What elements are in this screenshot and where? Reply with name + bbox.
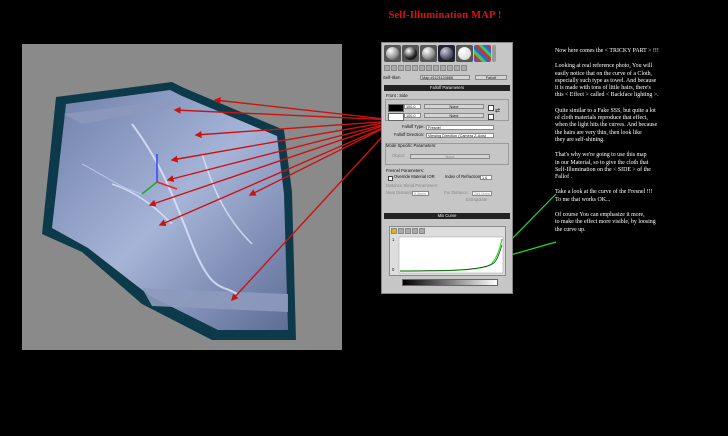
map-slot-label: Self-Illum [383, 75, 401, 80]
material-editor-panel: Self-Illum Map #1121124666 Falloff Fallo… [381, 42, 513, 294]
unique-icon[interactable] [419, 65, 425, 71]
ior-field[interactable]: 1.6 [480, 175, 492, 180]
side-map-checkbox[interactable] [488, 114, 494, 120]
sample-slot[interactable] [420, 45, 437, 62]
front-map-checkbox[interactable] [488, 105, 494, 111]
override-ior-label: Override Material IOR [394, 174, 435, 179]
sample-slot[interactable] [402, 45, 419, 62]
reset-map-icon[interactable] [405, 65, 411, 71]
sample-slot[interactable] [384, 45, 401, 62]
material-id-icon[interactable] [433, 65, 439, 71]
copy-material-icon[interactable] [412, 65, 418, 71]
near-distance-label: Near Distance: [386, 190, 414, 195]
falloff-direction-label: Falloff Direction: [394, 132, 425, 137]
show-end-result-icon[interactable] [447, 65, 453, 71]
note-paragraph: Now here comes the < TRICKY PART > !!! [555, 48, 659, 54]
map-name-field[interactable]: Map #1121124666 [420, 75, 470, 80]
falloff-curve [398, 236, 504, 274]
page-title: Self-Illumination MAP ! [388, 10, 502, 21]
front-amount-field[interactable]: 100.0 [404, 104, 421, 109]
side-amount-field[interactable]: 100.0 [404, 113, 421, 118]
falloff-type-select[interactable]: Fresnel [426, 125, 494, 130]
swap-colors-icon[interactable]: ⇄ [495, 107, 500, 114]
note-paragraph: That's why we're going to use this map i… [555, 152, 651, 181]
editor-toolbar-top [384, 65, 510, 72]
note-paragraph: Quite similar to a Fake SSS, but quite a… [555, 107, 658, 143]
note-paragraph: Of course You can emphasize it more, to … [555, 212, 656, 233]
sample-slot[interactable] [474, 45, 491, 62]
rollout-falloff-parameters[interactable]: Falloff Parameters [384, 85, 510, 91]
go-sibling-icon[interactable] [461, 65, 467, 71]
mode-specific-label: Mode Specific Parameters: [386, 143, 437, 148]
note-paragraph: Looking at real reference photo, You wil… [555, 63, 659, 99]
rollout-mix-curve[interactable]: Mix Curve [384, 213, 510, 219]
front-map-button[interactable]: None [424, 104, 484, 109]
override-ior-checkbox[interactable] [388, 176, 393, 181]
render-viewport [22, 44, 342, 350]
mix-curve-graph[interactable]: 1 0 [389, 226, 506, 276]
output-gradient-bar [402, 279, 498, 286]
sample-slot[interactable] [456, 45, 473, 62]
map-type-button[interactable]: Falloff [475, 75, 507, 80]
go-parent-icon[interactable] [454, 65, 460, 71]
sample-slot-scrollbar[interactable] [492, 45, 496, 62]
note-paragraph: Take a look at the curve of the Fresnel … [555, 189, 653, 203]
library-icon[interactable] [426, 65, 432, 71]
object-pick-button[interactable]: None [410, 154, 490, 159]
towel-render [42, 82, 296, 340]
ior-label: Index of Refraction [445, 174, 481, 179]
distance-blend-label: Distance Blend Parameters: [386, 183, 439, 188]
sample-slots [384, 45, 510, 63]
put-material-icon[interactable] [391, 65, 397, 71]
far-distance-label: Far Distance: [444, 190, 469, 195]
front-color-swatch[interactable] [388, 104, 404, 112]
falloff-type-label: Falloff Type: [402, 124, 425, 129]
near-distance-field[interactable]: 0.0mm [412, 191, 429, 196]
far-distance-field[interactable]: 254.0mm [472, 191, 492, 196]
sample-slot[interactable] [438, 45, 455, 62]
show-map-icon[interactable] [440, 65, 446, 71]
falloff-direction-select[interactable]: Viewing Direction (Camera Z-Axis) [426, 133, 494, 138]
get-material-icon[interactable] [384, 65, 390, 71]
assign-material-icon[interactable] [398, 65, 404, 71]
object-label: Object: [392, 153, 406, 158]
side-map-button[interactable]: None [424, 113, 484, 118]
explanation-notes: Now here comes the < TRICKY PART > !!! L… [555, 48, 727, 242]
extrapolate-label: Extrapolate [466, 197, 488, 202]
side-color-swatch[interactable] [388, 113, 404, 121]
